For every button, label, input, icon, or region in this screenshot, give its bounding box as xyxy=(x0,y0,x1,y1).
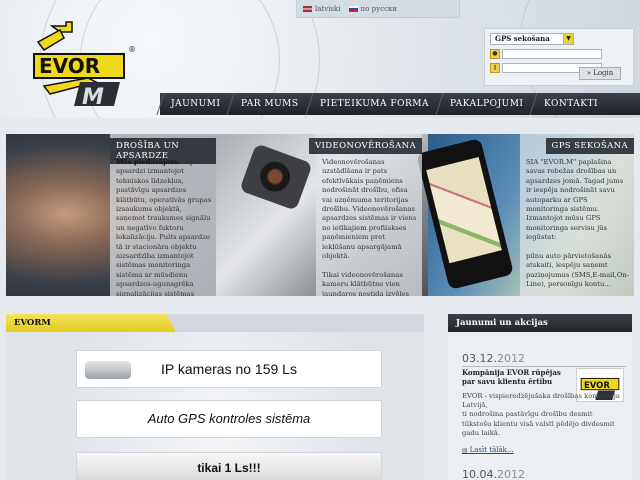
nav-label: KONTAKTI xyxy=(544,99,599,109)
evor-m-logo[interactable]: EVOR M ® xyxy=(30,20,138,108)
news-title[interactable]: Kompānija EVOR rūpējas par savu klientu … xyxy=(462,368,572,386)
svg-text:EVOR: EVOR xyxy=(584,380,610,390)
news-heading: Jaunumi un akcijas xyxy=(448,314,632,332)
hero-banner: DROŠĪBA UN APSARDZE Mēs piedāvājam: obje… xyxy=(6,134,634,296)
news-day: 10.04. xyxy=(462,468,497,480)
promo-label: Auto GPS kontroles sistēma xyxy=(147,411,311,426)
service-select-value: GPS sekošana xyxy=(495,34,550,43)
nav-label: PIETEIKUMA FORMA xyxy=(320,99,429,109)
nav-label: PAKALPOJUMI xyxy=(450,99,524,109)
service-select[interactable]: GPS sekošana ▼ xyxy=(490,33,574,45)
nav-item-jaunumi[interactable]: JAUNUMI xyxy=(156,93,235,115)
panel-body: objektu apsardzi izmantojot tehniskos lī… xyxy=(116,158,212,296)
registered-mark: ® xyxy=(128,45,136,54)
promo-label: tikai 1 Ls!!! xyxy=(197,461,261,475)
news-day: 03.12. xyxy=(462,352,497,365)
login-button[interactable]: » Login xyxy=(579,67,621,80)
main-nav: JAUNUMI PAR MUMS PIETEIKUMA FORMA PAKALP… xyxy=(156,93,640,115)
nav-item-kontakti[interactable]: KONTAKTI xyxy=(529,93,613,115)
login-box: GPS sekošana ▼ ● ⚷ » Login xyxy=(484,28,634,86)
nav-label: JAUNUMI xyxy=(171,99,221,109)
nav-item-pakalpojumi[interactable]: PAKALPOJUMI xyxy=(435,93,538,115)
promo-area: IP kameras no 159 Ls Auto GPS kontroles … xyxy=(6,332,424,480)
chevron-down-icon[interactable]: ▼ xyxy=(563,34,573,44)
lang-label: latviski xyxy=(315,4,341,13)
section-strip: EVORM xyxy=(6,314,424,332)
panel-lead: Mēs piedāvājam: xyxy=(116,158,180,166)
news-panel: 03.12.2012 Kompānija EVOR rūpējas par sa… xyxy=(448,332,632,480)
latvia-flag-icon xyxy=(303,5,312,12)
nav-item-pieteikuma-forma[interactable]: PIETEIKUMA FORMA xyxy=(305,93,443,115)
lang-russian[interactable]: по русски xyxy=(348,4,398,13)
username-row: ● xyxy=(490,49,628,59)
news-body: EVOR - vispieredzējušaka drošības kompān… xyxy=(462,392,620,437)
user-icon: ● xyxy=(490,49,500,59)
lang-label: по русски xyxy=(360,4,398,13)
panel-heading[interactable]: VIDEONOVĒROŠANA xyxy=(309,138,422,154)
news-date: 03.12.2012 xyxy=(462,352,525,365)
panel-security[interactable]: DROŠĪBA UN APSARDZE Mēs piedāvājam: obje… xyxy=(110,134,216,296)
read-more-link[interactable]: Lasīt tālāk... xyxy=(462,446,514,454)
panel-body: SIA "EVOR.M" paplašina savas robežas dro… xyxy=(526,158,630,289)
nav-label: PAR MUMS xyxy=(241,99,299,109)
lang-latviski[interactable]: latviski xyxy=(303,5,341,13)
nav-item-par-mums[interactable]: PAR MUMS xyxy=(226,93,313,115)
news-year: 2012 xyxy=(497,352,525,365)
news-year: 2012 xyxy=(497,468,525,480)
header: EVOR M ® latviski по русски GPS sekošana… xyxy=(0,0,640,118)
panel-text: Videonovērošanas uzstādīšana ir pats efe… xyxy=(322,158,418,296)
russia-flag-icon xyxy=(348,5,358,12)
key-icon: ⚷ xyxy=(490,63,500,73)
panel-gps[interactable]: GPS SEKOŠANA SIA "EVOR.M" paplašina sava… xyxy=(520,134,634,296)
svg-text:M: M xyxy=(82,85,104,108)
promo-auto-gps[interactable]: Auto GPS kontroles sistēma xyxy=(76,400,382,438)
camera-icon xyxy=(85,361,131,379)
promo-ip-cameras[interactable]: IP kameras no 159 Ls xyxy=(76,350,382,388)
divider xyxy=(462,366,626,367)
section-tab-evorm: EVORM xyxy=(6,314,176,332)
username-input[interactable] xyxy=(502,49,602,59)
panel-video[interactable]: VIDEONOVĒROŠANA Videonovērošanas uzstādī… xyxy=(309,134,422,296)
panel-text: Mēs piedāvājam: objektu apsardzi izmanto… xyxy=(116,158,212,296)
news-date: 10.04.2012 xyxy=(462,468,525,480)
svg-text:EVOR: EVOR xyxy=(39,54,100,78)
language-bar: latviski по русски xyxy=(296,0,460,18)
panel-body: Videonovērošanas uzstādīšana ir pats efe… xyxy=(322,158,417,296)
panel-heading[interactable]: GPS SEKOŠANA xyxy=(545,138,634,154)
promo-label: IP kameras no 159 Ls xyxy=(161,361,297,377)
panel-text: SIA "EVOR.M" paplašina savas robežas dro… xyxy=(526,158,630,290)
promo-price[interactable]: tikai 1 Ls!!! xyxy=(76,452,382,480)
